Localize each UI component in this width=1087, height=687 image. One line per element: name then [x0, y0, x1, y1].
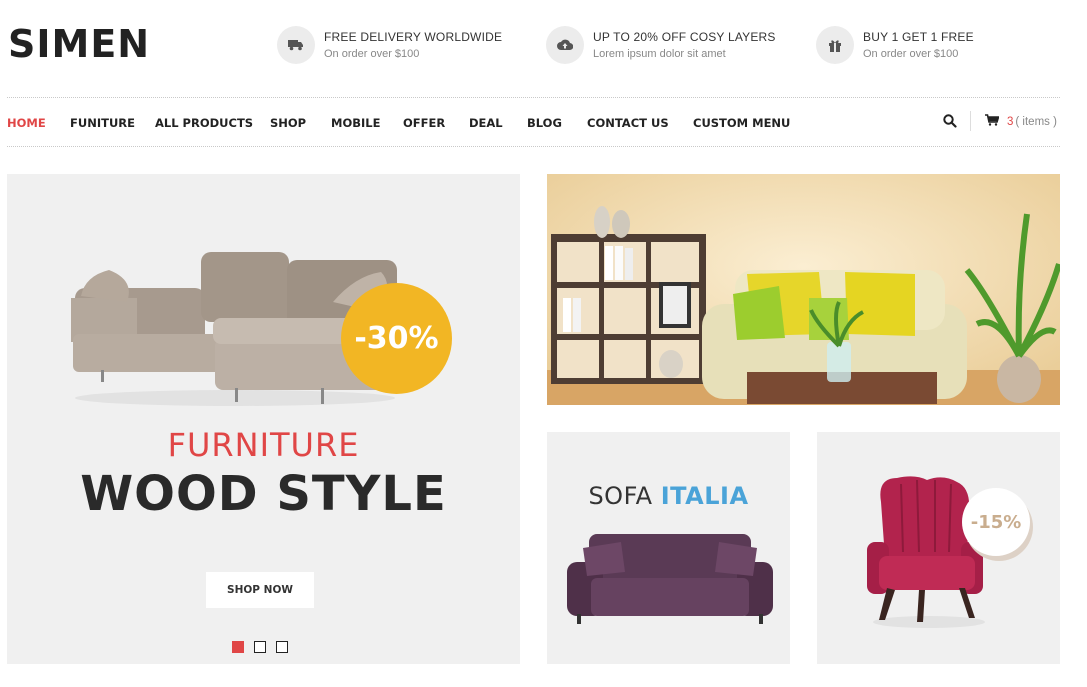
- gift-icon: [816, 26, 854, 64]
- living-room-banner[interactable]: [547, 174, 1060, 405]
- sofa-title-accent: ITALIA: [660, 482, 749, 510]
- nav-divider: [970, 111, 971, 131]
- cloud-upload-icon: [546, 26, 584, 64]
- slide-dot-1[interactable]: [232, 641, 244, 653]
- hero-title: WOOD STYLE: [80, 466, 447, 522]
- nav-item-offer[interactable]: OFFER: [403, 116, 445, 130]
- cart-count: 3: [1007, 115, 1014, 128]
- shop-now-button[interactable]: SHOP NOW: [206, 572, 314, 608]
- sofa-title-plain: SOFA: [588, 482, 653, 510]
- purple-sofa-image: [567, 534, 773, 624]
- slide-dot-2[interactable]: [254, 641, 266, 653]
- cart-label: ( items ): [1015, 115, 1057, 128]
- promo-title: UP TO 20% OFF COSY LAYERS: [593, 30, 776, 44]
- armchair-banner[interactable]: -15%: [817, 432, 1060, 664]
- nav-item-deal[interactable]: DEAL: [469, 116, 503, 130]
- search-icon[interactable]: [943, 114, 957, 133]
- nav-item-all-products[interactable]: ALL PRODUCTS: [155, 116, 253, 130]
- sofa-italia-banner[interactable]: SOFA ITALIA: [547, 432, 790, 664]
- discount-badge: -30%: [341, 283, 452, 394]
- promo-title: BUY 1 GET 1 FREE: [863, 30, 974, 44]
- slider-pagination: [232, 641, 298, 653]
- promo-free-delivery: FREE DELIVERY WORLDWIDE On order over $1…: [277, 26, 502, 64]
- hero-slider[interactable]: -30% FURNITURE WOOD STYLE SHOP NOW: [7, 174, 520, 664]
- promo-bogo: BUY 1 GET 1 FREE On order over $100: [816, 26, 974, 64]
- nav-item-funiture[interactable]: FUNITURE: [70, 116, 135, 130]
- nav-item-blog[interactable]: BLOG: [527, 116, 562, 130]
- truck-icon: [277, 26, 315, 64]
- cart-summary[interactable]: 3 ( items ): [985, 114, 1057, 129]
- nav-item-home[interactable]: HOME: [7, 116, 46, 130]
- promo-discount: UP TO 20% OFF COSY LAYERS Lorem ipsum do…: [546, 26, 776, 64]
- promo-subtitle: Lorem ipsum dolor sit amet: [593, 48, 726, 60]
- promo-subtitle: On order over $100: [863, 48, 959, 60]
- nav-item-shop[interactable]: SHOP: [270, 116, 306, 130]
- nav-item-mobile[interactable]: MOBILE: [331, 116, 380, 130]
- sofa-italia-title: SOFA ITALIA: [547, 482, 790, 510]
- main-navigation: HOME FUNITURE ALL PRODUCTS SHOP MOBILE O…: [7, 97, 1060, 147]
- cart-icon: [985, 114, 1000, 129]
- hero-subtitle: FURNITURE: [167, 426, 360, 464]
- nav-item-custom-menu[interactable]: CUSTOM MENU: [693, 116, 790, 130]
- promo-subtitle: On order over $100: [324, 48, 420, 60]
- promo-title: FREE DELIVERY WORLDWIDE: [324, 30, 503, 44]
- discount-badge: -15%: [962, 488, 1030, 556]
- site-logo[interactable]: SIMEN: [8, 22, 150, 66]
- nav-item-contact-us[interactable]: CONTACT US: [587, 116, 669, 130]
- living-room-image: [547, 174, 1060, 405]
- slide-dot-3[interactable]: [276, 641, 288, 653]
